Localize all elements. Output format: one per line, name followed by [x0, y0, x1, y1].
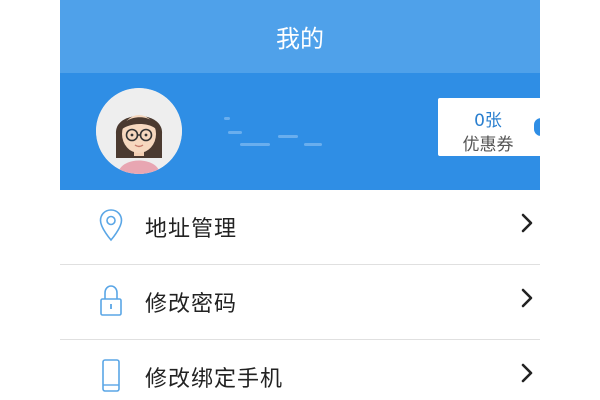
username-redacted — [220, 113, 330, 153]
menu-item-label: 修改绑定手机 — [145, 367, 284, 392]
lock-icon — [100, 285, 122, 316]
coupon-card[interactable]: 0张 优惠券 — [438, 98, 540, 156]
menu-item-change-bound-phone[interactable]: 修改绑定手机 — [60, 340, 540, 400]
menu-item-change-password[interactable]: 修改密码 — [60, 265, 540, 340]
phone-icon — [102, 359, 120, 392]
title-bar: 我的 — [60, 0, 540, 73]
menu-item-label: 地址管理 — [145, 217, 238, 242]
coupon-label: 优惠券 — [462, 135, 514, 155]
profile-header: 0张 优惠券 — [60, 73, 540, 190]
menu-item-label: 修改密码 — [145, 292, 238, 317]
page-title: 我的 — [276, 25, 324, 53]
settings-menu: 地址管理 修改密码 修改绑定手机 — [60, 190, 540, 400]
user-avatar-icon — [96, 88, 182, 174]
menu-item-address-management[interactable]: 地址管理 — [60, 190, 540, 265]
coupon-indicator — [534, 118, 540, 136]
avatar[interactable] — [96, 88, 182, 174]
app-screen: 我的 0张 优惠券 地址管理 修改密码 修改绑定手机 — [60, 0, 540, 400]
chevron-right-icon — [521, 288, 533, 308]
chevron-right-icon — [521, 213, 533, 233]
chevron-right-icon — [521, 363, 533, 383]
location-pin-icon — [99, 209, 123, 242]
coupon-count: 0张 — [474, 111, 502, 131]
